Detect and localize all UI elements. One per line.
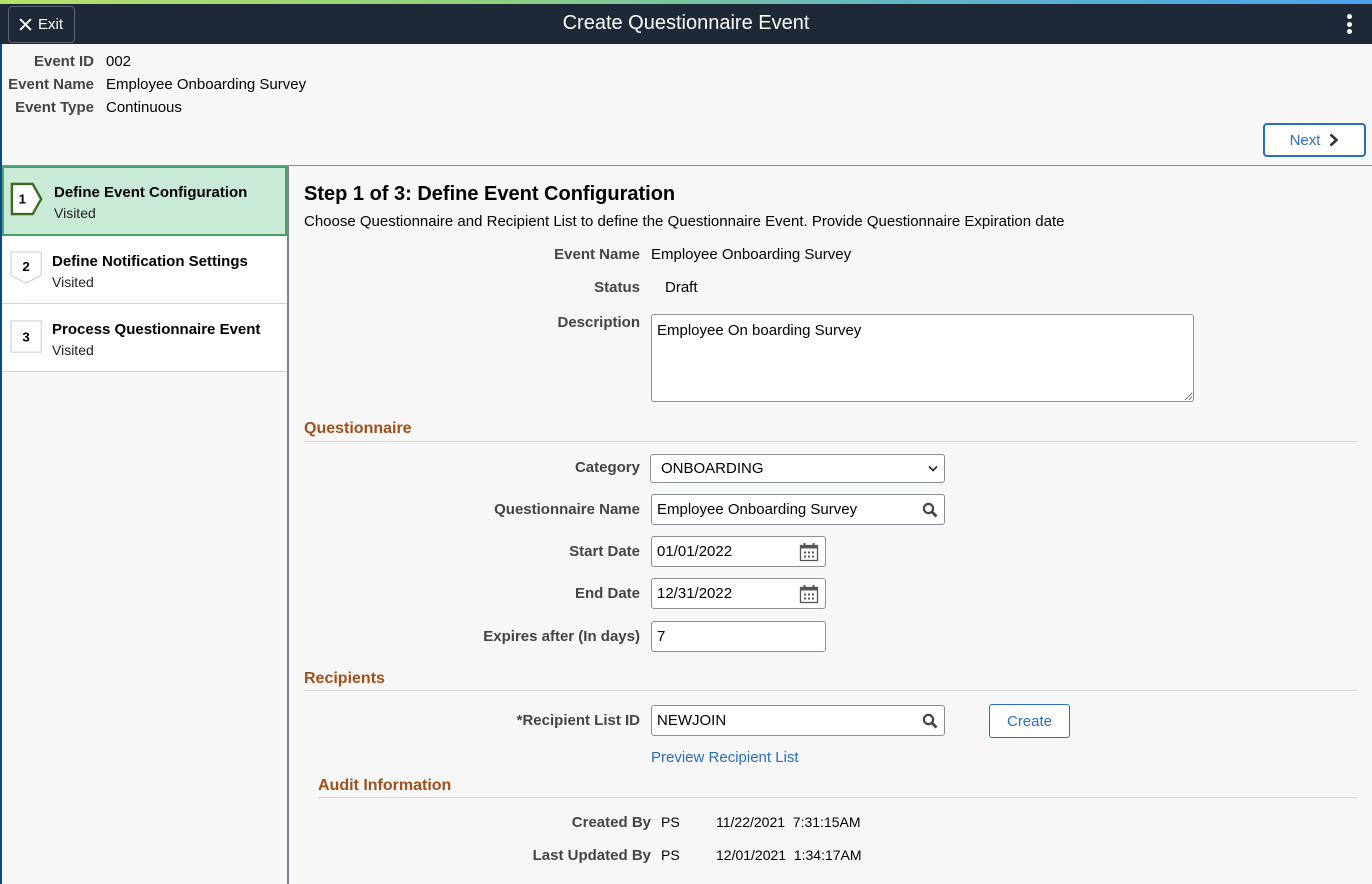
step-title: Define Notification Settings xyxy=(52,253,248,270)
header-value: Continuous xyxy=(106,99,182,116)
recipients-section-divider xyxy=(304,690,1357,691)
status-value: Draft xyxy=(665,279,698,296)
questionnaire-name-value: Employee Onboarding Survey xyxy=(657,501,858,518)
start-date-label: Start Date xyxy=(569,543,640,560)
chevron-down-icon xyxy=(928,465,938,472)
end-date-input[interactable]: 12/31/2022 xyxy=(651,578,826,609)
header-row-event-name: Event Name Employee Onboarding Survey xyxy=(8,73,306,96)
preview-recipient-list-link[interactable]: Preview Recipient List xyxy=(651,749,799,766)
step-item-2[interactable]: 2 Define Notification Settings Visited xyxy=(2,236,287,304)
step-sidebar: 1 Define Event Configuration Visited 2 D… xyxy=(2,166,289,884)
created-by-datetime: 11/22/2021 7:31:15AM xyxy=(716,814,861,830)
end-date-label: End Date xyxy=(574,585,640,602)
kebab-vertical-icon[interactable] xyxy=(1341,12,1357,36)
category-select[interactable]: ONBOARDING xyxy=(650,454,945,483)
page-banner-title: Create Questionnaire Event xyxy=(562,12,810,34)
event-name-label: Event Name xyxy=(554,246,640,263)
next-label: Next xyxy=(1289,131,1321,149)
created-by-label: Created By xyxy=(571,814,651,831)
questionnaire-name-input[interactable]: Employee Onboarding Survey xyxy=(651,494,945,525)
next-button[interactable]: Next xyxy=(1263,123,1366,157)
created-by-user: PS xyxy=(661,814,680,830)
recipient-list-id-input[interactable]: NEWJOIN xyxy=(651,705,945,736)
calendar-icon[interactable] xyxy=(799,542,819,561)
step-item-3[interactable]: 3 Process Questionnaire Event Visited xyxy=(2,304,287,372)
category-label: Category xyxy=(574,459,640,476)
description-label: Description xyxy=(557,314,640,331)
svg-text:1: 1 xyxy=(19,192,26,207)
last-updated-by-datetime: 12/01/2021 1:34:17AM xyxy=(716,847,862,863)
expires-after-input[interactable]: 7 xyxy=(651,621,826,652)
header-label: Event Name xyxy=(8,76,94,93)
audit-section-divider xyxy=(318,797,1357,798)
banner: Exit Create Questionnaire Event xyxy=(0,4,1372,44)
calendar-icon[interactable] xyxy=(799,584,819,603)
main-content: Step 1 of 3: Define Event Configuration … xyxy=(291,166,1372,884)
description-textarea[interactable]: Employee On boarding Survey xyxy=(651,314,1194,402)
create-recipient-list-button[interactable]: Create xyxy=(989,704,1070,738)
event-name-value: Employee Onboarding Survey xyxy=(651,246,852,263)
step-status: Visited xyxy=(54,205,96,221)
header-row-event-type: Event Type Continuous xyxy=(8,96,306,119)
page-title: Step 1 of 3: Define Event Configuration xyxy=(304,183,676,205)
questionnaire-section-divider xyxy=(304,441,1357,442)
svg-text:3: 3 xyxy=(22,330,29,345)
header-value: Employee Onboarding Survey xyxy=(106,76,307,93)
questionnaire-name-label: Questionnaire Name xyxy=(494,501,640,518)
questionnaire-section-heading: Questionnaire xyxy=(304,420,412,437)
audit-section-heading: Audit Information xyxy=(318,777,452,794)
step-status: Visited xyxy=(52,274,94,290)
end-date-value: 12/31/2022 xyxy=(657,585,733,602)
start-date-input[interactable]: 01/01/2022 xyxy=(651,536,826,567)
expires-after-label: Expires after (In days) xyxy=(483,628,640,645)
start-date-value: 01/01/2022 xyxy=(657,543,733,560)
recipient-list-id-value: NEWJOIN xyxy=(657,712,727,729)
event-header-info: Event ID 002 Event Name Employee Onboard… xyxy=(8,50,306,119)
step-item-1[interactable]: 1 Define Event Configuration Visited xyxy=(2,166,287,236)
svg-text:2: 2 xyxy=(22,259,29,274)
step-status: Visited xyxy=(52,342,94,358)
header-label: Event Type xyxy=(15,99,94,116)
step-chevron-marker-icon: 2 xyxy=(10,251,42,284)
category-value: ONBOARDING xyxy=(661,460,764,477)
chevron-right-icon xyxy=(1330,133,1339,147)
header-label: Event ID xyxy=(33,53,94,70)
recipient-list-id-label: *Recipient List ID xyxy=(516,712,640,729)
page-description: Choose Questionnaire and Recipient List … xyxy=(304,213,1065,230)
step-box-marker-icon: 3 xyxy=(10,320,42,353)
search-icon[interactable] xyxy=(922,502,938,518)
expires-after-value: 7 xyxy=(657,628,666,645)
header-row-event-id: Event ID 002 xyxy=(8,50,306,73)
recipients-section-heading: Recipients xyxy=(304,670,385,687)
last-updated-by-label: Last Updated By xyxy=(532,847,651,864)
step-title: Process Questionnaire Event xyxy=(52,321,261,338)
step-title: Define Event Configuration xyxy=(54,184,248,201)
step-arrow-marker-icon: 1 xyxy=(10,182,43,216)
last-updated-by-user: PS xyxy=(661,847,680,863)
search-icon[interactable] xyxy=(922,713,938,729)
status-label: Status xyxy=(594,279,640,296)
header-value: 002 xyxy=(106,53,132,70)
